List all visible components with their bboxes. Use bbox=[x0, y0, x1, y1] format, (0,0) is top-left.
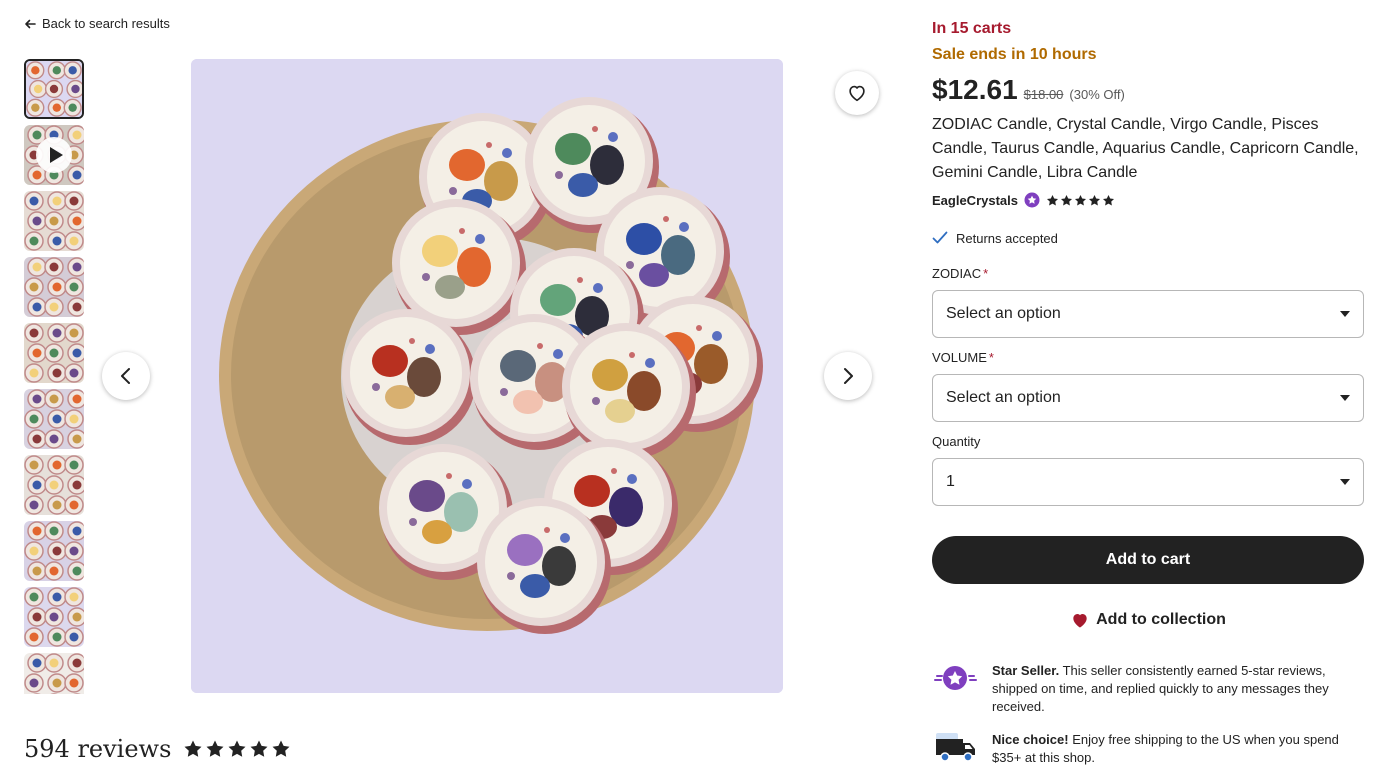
star-seller-text: Star Seller. This seller consistently ea… bbox=[992, 663, 1329, 714]
star-seller-perk: Star Seller. This seller consistently ea… bbox=[932, 662, 1364, 716]
thumbnail-2[interactable] bbox=[24, 125, 84, 185]
sale-price: $12.61 bbox=[932, 74, 1018, 105]
shop-name-link[interactable]: EagleCrystals bbox=[932, 193, 1018, 208]
price-row: $12.61 $18.00 (30% Off) bbox=[932, 74, 1125, 106]
discount-label: (30% Off) bbox=[1069, 87, 1125, 102]
thumbnail-8[interactable] bbox=[24, 521, 84, 581]
free-shipping-text: Nice choice! Enjoy free shipping to the … bbox=[992, 732, 1339, 765]
in-carts-alert: In 15 carts bbox=[932, 20, 1012, 37]
required-asterisk: * bbox=[983, 266, 989, 281]
zodiac-select-value: Select an option bbox=[946, 305, 1061, 322]
delivery-truck-icon bbox=[932, 731, 978, 767]
checkmark-icon bbox=[932, 231, 948, 244]
quantity-select[interactable]: 1 bbox=[932, 458, 1364, 506]
add-to-collection-button[interactable]: Add to collection bbox=[932, 606, 1364, 634]
star-icon bbox=[1060, 194, 1073, 206]
sale-ends-alert: Sale ends in 10 hours bbox=[932, 46, 1097, 63]
play-icon bbox=[36, 137, 72, 173]
thumbnail-7[interactable] bbox=[24, 455, 84, 515]
add-to-cart-button[interactable]: Add to cart bbox=[932, 536, 1364, 584]
arrow-left-icon bbox=[25, 19, 36, 28]
thumbnail-image bbox=[24, 455, 84, 515]
thumbnail-image bbox=[26, 61, 82, 117]
returns-label: Returns accepted bbox=[956, 230, 1058, 246]
thumbnail-image bbox=[24, 191, 84, 251]
thumbnail-1[interactable] bbox=[24, 59, 84, 119]
thumbnail-5[interactable] bbox=[24, 323, 84, 383]
reviews-summary: 594 reviews bbox=[24, 735, 291, 763]
star-icon bbox=[228, 740, 246, 757]
star-icon bbox=[1102, 194, 1115, 206]
star-icon bbox=[250, 740, 268, 757]
volume-label: VOLUME * bbox=[932, 350, 994, 365]
volume-select[interactable]: Select an option bbox=[932, 374, 1364, 422]
original-price: $18.00 bbox=[1023, 87, 1064, 102]
shop-row: EagleCrystals bbox=[932, 192, 1115, 208]
thumbnail-9[interactable] bbox=[24, 587, 84, 647]
shop-rating-stars bbox=[1046, 194, 1115, 207]
star-seller-icon bbox=[932, 662, 978, 716]
star-icon bbox=[272, 740, 290, 757]
thumbnail-image bbox=[24, 587, 84, 647]
chevron-left-icon bbox=[121, 368, 130, 384]
candle-tray-illustration bbox=[191, 59, 783, 693]
thumbnail-image bbox=[24, 323, 84, 383]
thumbnail-image bbox=[24, 389, 84, 449]
previous-image-button[interactable] bbox=[102, 352, 150, 400]
caret-down-icon bbox=[1340, 395, 1350, 401]
back-link-label: Back to search results bbox=[42, 16, 170, 31]
reviews-count: 594 reviews bbox=[24, 735, 172, 763]
required-asterisk: * bbox=[988, 350, 994, 365]
back-to-search-link[interactable]: Back to search results bbox=[24, 16, 170, 31]
next-image-button[interactable] bbox=[824, 352, 872, 400]
zodiac-label: ZODIAC * bbox=[932, 266, 989, 281]
star-seller-badge-icon bbox=[1024, 192, 1040, 208]
star-icon bbox=[1046, 194, 1059, 206]
main-product-image[interactable] bbox=[191, 59, 783, 693]
star-icon bbox=[1074, 194, 1087, 206]
caret-down-icon bbox=[1340, 479, 1350, 485]
volume-select-value: Select an option bbox=[946, 389, 1061, 406]
star-icon bbox=[184, 740, 202, 757]
heart-filled-icon bbox=[1073, 614, 1087, 628]
reviews-rating-stars bbox=[183, 739, 291, 759]
returns-info: Returns accepted bbox=[932, 230, 1058, 246]
thumbnail-4[interactable] bbox=[24, 257, 84, 317]
caret-down-icon bbox=[1340, 311, 1350, 317]
thumbnail-image bbox=[24, 521, 84, 581]
listing-title: ZODIAC Candle, Crystal Candle, Virgo Can… bbox=[932, 116, 1359, 181]
star-icon bbox=[1088, 194, 1101, 206]
thumbnail-image bbox=[24, 257, 84, 317]
thumbnail-3[interactable] bbox=[24, 191, 84, 251]
heart-outline-icon bbox=[849, 85, 865, 102]
thumbnail-10[interactable] bbox=[24, 653, 84, 694]
quantity-label: Quantity bbox=[932, 434, 981, 449]
thumbnail-6[interactable] bbox=[24, 389, 84, 449]
quantity-select-value: 1 bbox=[946, 473, 955, 490]
chevron-right-icon bbox=[844, 368, 853, 384]
add-to-collection-label: Add to collection bbox=[1096, 611, 1226, 628]
favorite-button[interactable] bbox=[835, 71, 879, 115]
free-shipping-perk: Nice choice! Enjoy free shipping to the … bbox=[932, 731, 1364, 767]
zodiac-select[interactable]: Select an option bbox=[932, 290, 1364, 338]
thumbnail-strip bbox=[24, 59, 84, 694]
star-icon bbox=[206, 740, 224, 757]
thumbnail-image bbox=[24, 653, 84, 694]
